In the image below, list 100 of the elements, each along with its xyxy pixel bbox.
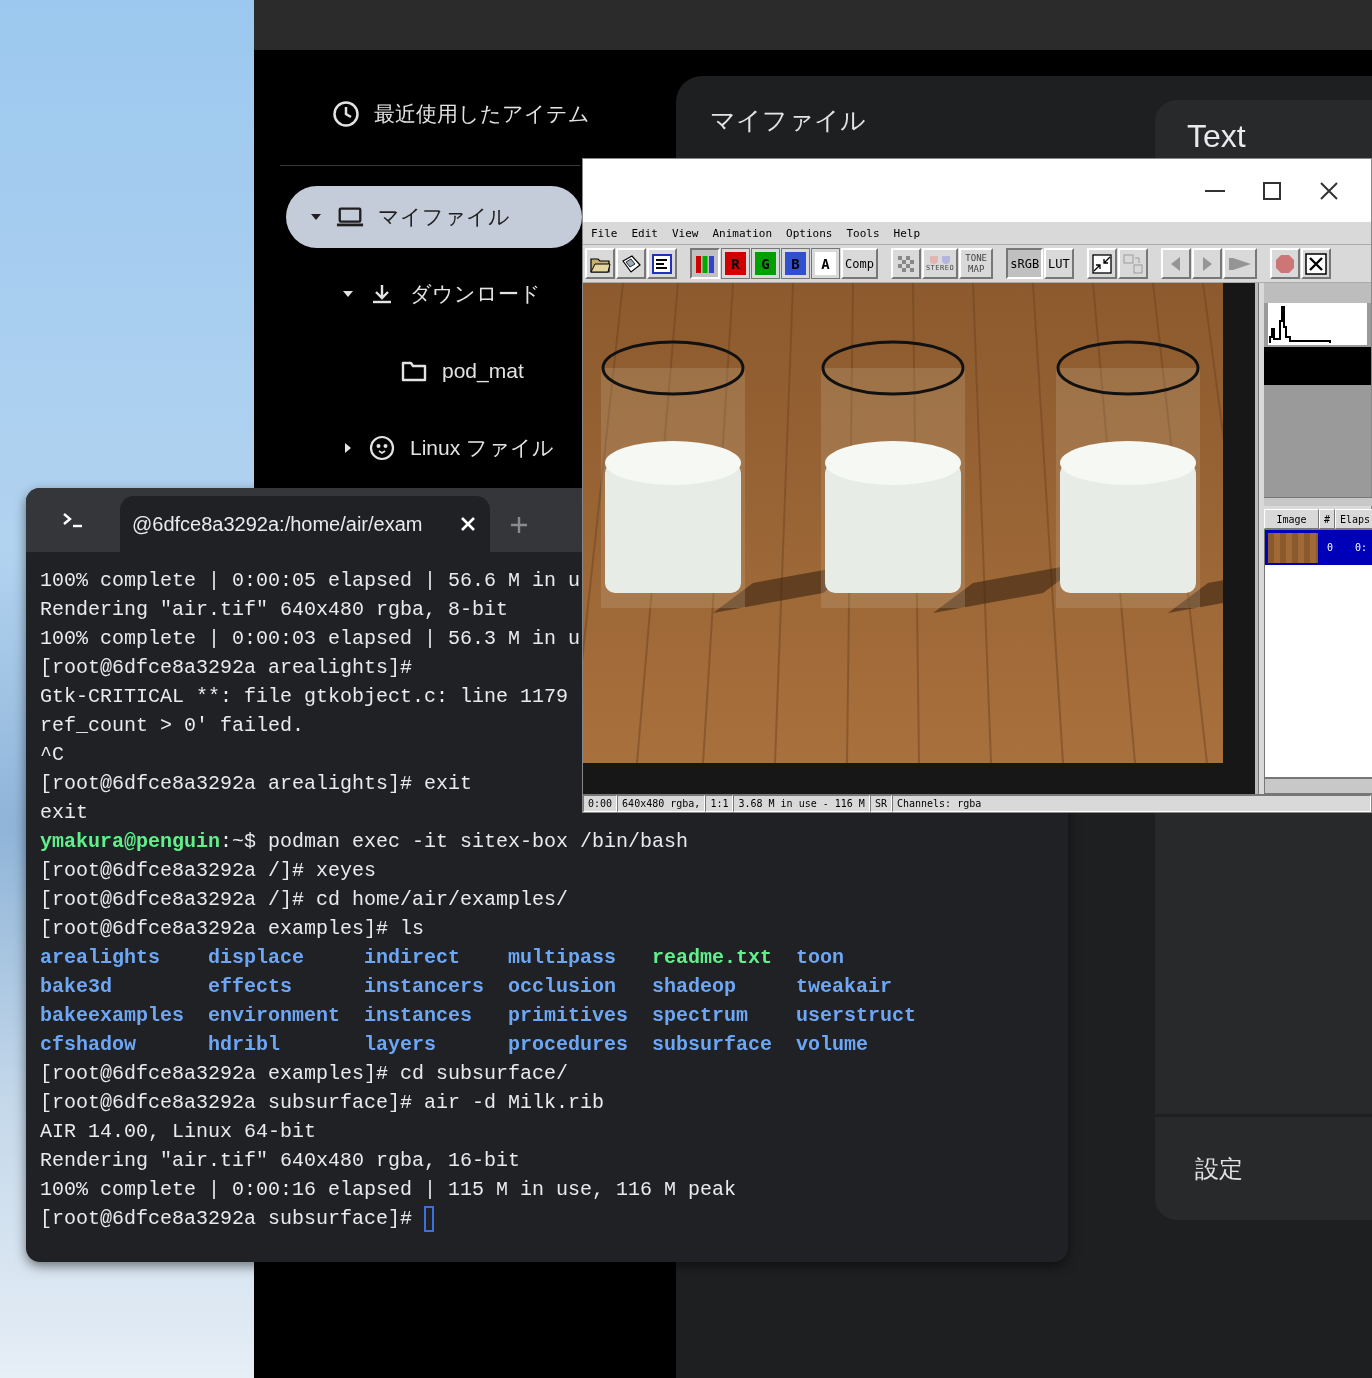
terminal-line: [root@6dfce8a3292a subsurface]# <box>40 1206 413 1232</box>
horizontal-scrollbar[interactable] <box>1264 778 1372 794</box>
directory-name: multipass <box>508 946 617 969</box>
folder-icon <box>401 360 427 382</box>
plus-icon <box>510 516 528 534</box>
swap-frames-icon <box>1121 252 1144 275</box>
zoom-fit-icon <box>1090 252 1113 275</box>
maximize-icon <box>1261 180 1282 201</box>
terminal-line: Rendering "air.tif" 640x480 rgba, 16-bit <box>40 1149 521 1172</box>
directory-name: shadeop <box>652 975 737 998</box>
column-header[interactable]: # <box>1319 509 1335 529</box>
terminal-line: ^C <box>40 743 64 766</box>
menu-item[interactable]: File <box>584 226 625 240</box>
channel-button[interactable]: A <box>811 248 840 279</box>
terminal-line: ymakura@penguin:~$ podman exec -it sitex-box /bin/bash <box>40 830 689 853</box>
menu-item[interactable]: View <box>665 226 706 240</box>
stop-icon <box>1273 252 1296 275</box>
directory-name: procedures <box>508 1033 629 1056</box>
sidebar-item[interactable]: ダウンロード <box>286 263 582 325</box>
toolbar-button[interactable]: sRGB <box>1006 248 1044 279</box>
column-header[interactable]: Elaps <box>1335 509 1372 529</box>
status-field: Channels: rgba <box>891 795 1371 812</box>
terminal-line: [root@6dfce8a3292a examples]# cd subsurface/ <box>40 1062 569 1085</box>
menu-item[interactable]: Options <box>779 226 840 240</box>
terminal-line: [root@6dfce8a3292a /]# xeyes <box>40 859 377 882</box>
terminal-line: 100% complete | 0:00:05 elapsed | 56.6 M in u <box>40 569 581 592</box>
directory-name: volume <box>796 1033 869 1056</box>
channel-button[interactable]: G <box>751 248 780 279</box>
image-list-row[interactable]: 0 0: <box>1265 530 1372 565</box>
terminal-line: [root@6dfce8a3292a arealights]# <box>40 656 413 679</box>
directory-name: hdribl <box>208 1033 281 1056</box>
menu-item[interactable]: Edit <box>624 226 665 240</box>
terminal-icon <box>62 512 84 528</box>
thumbnail-image <box>1268 532 1318 563</box>
terminal-line: AIR 14.00, Linux 64-bit <box>40 1120 317 1143</box>
terminal-line: [root@6dfce8a3292a arealights]# exit <box>40 772 473 795</box>
close-icon <box>1318 180 1339 201</box>
sidebar-label: 最近使用したアイテム <box>374 101 590 127</box>
close-icon <box>460 516 476 532</box>
toolbar-button[interactable]: Comp <box>841 248 878 279</box>
terminal-line: ref_count > 0' failed. <box>40 714 305 737</box>
directory-name: indirect <box>364 946 461 969</box>
status-field: 1:1 <box>705 795 734 812</box>
terminal-line: Rendering "air.tif" 640x480 rgba, 8-bit <box>40 598 509 621</box>
column-header[interactable]: Image <box>1264 509 1319 529</box>
settings-link[interactable]: 設定 <box>1195 1152 1243 1185</box>
directory-name: userstruct <box>796 1004 917 1027</box>
status-field: 0:00 <box>583 795 618 812</box>
terminal-tab[interactable]: @6dfce8a3292a:/home/air/exam <box>120 496 490 552</box>
laptop-icon <box>336 205 364 229</box>
panel-title: マイファイル <box>710 106 866 134</box>
toolbar-button[interactable]: LUT <box>1044 248 1074 279</box>
directory-name: tweakair <box>796 975 893 998</box>
menu-item[interactable]: Tools <box>839 226 887 240</box>
text-window-icon <box>651 252 673 275</box>
directory-name: environment <box>208 1004 341 1027</box>
terminal-line: [root@6dfce8a3292a subsurface]# air -d Milk.rib <box>40 1091 605 1114</box>
directory-name: occlusion <box>508 975 617 998</box>
terminal-line: Gtk-CRITICAL **: file gtkobject.c: line 1179 <box>40 685 569 708</box>
directory-name: toon <box>796 946 845 969</box>
sidebar-item[interactable]: pod_mat <box>286 340 582 402</box>
menu-item[interactable]: Animation <box>705 226 780 240</box>
stereo-glasses-icon <box>928 255 953 265</box>
terminal-line: [root@6dfce8a3292a examples]# ls <box>40 917 425 940</box>
menu-item[interactable]: Help <box>886 226 928 240</box>
directory-name: layers <box>364 1033 437 1056</box>
terminal-line: [root@6dfce8a3292a /]# cd home/air/examples/ <box>40 888 569 911</box>
status-field: 3.68 M in use - 116 M <box>733 795 870 812</box>
status-field: SR <box>869 795 892 812</box>
directory-name: displace <box>208 946 305 969</box>
minimize-icon <box>1204 189 1225 192</box>
toolbar-button[interactable] <box>690 248 720 279</box>
terminal-line: exit <box>40 801 88 824</box>
close-tab-button[interactable] <box>460 516 476 532</box>
terminal-line: 100% complete | 0:00:03 elapsed | 56.3 M in u <box>40 627 581 650</box>
directory-name: primitives <box>508 1004 629 1027</box>
directory-name: bake3d <box>40 975 112 998</box>
directory-name: arealights <box>40 946 161 969</box>
sidebar-item[interactable]: Linux ファイル <box>286 417 582 479</box>
file-name: readme.txt <box>652 946 773 969</box>
directory-name: instances <box>364 1004 473 1027</box>
directory-name: instancers <box>364 975 485 998</box>
status-field: 640x480 rgba, <box>617 795 706 812</box>
slider-bar[interactable] <box>1264 497 1372 506</box>
sidebar-item[interactable]: 最近使用したアイテム <box>254 83 676 145</box>
channel-button[interactable]: R <box>721 248 750 279</box>
directory-name: cfshadow <box>40 1033 136 1056</box>
download-icon <box>370 282 394 306</box>
terminal-line: 100% complete | 0:00:16 elapsed | 115 M in use, 116 M peak <box>40 1178 737 1201</box>
directory-name: spectrum <box>652 1004 749 1027</box>
directory-name: effects <box>208 975 293 998</box>
frame-number: 0 <box>1327 542 1334 553</box>
directory-name: subsurface <box>652 1033 773 1056</box>
sidebar-item[interactable]: マイファイル <box>286 186 582 248</box>
tab-title: @6dfce8a3292a:/home/air/exam <box>132 512 424 536</box>
clock-icon <box>332 100 360 128</box>
details-title: Text <box>1187 118 1246 154</box>
directory-name: bakeexamples <box>40 1004 185 1027</box>
elapsed-time: 0: <box>1355 542 1368 553</box>
close-icon <box>1304 252 1327 275</box>
